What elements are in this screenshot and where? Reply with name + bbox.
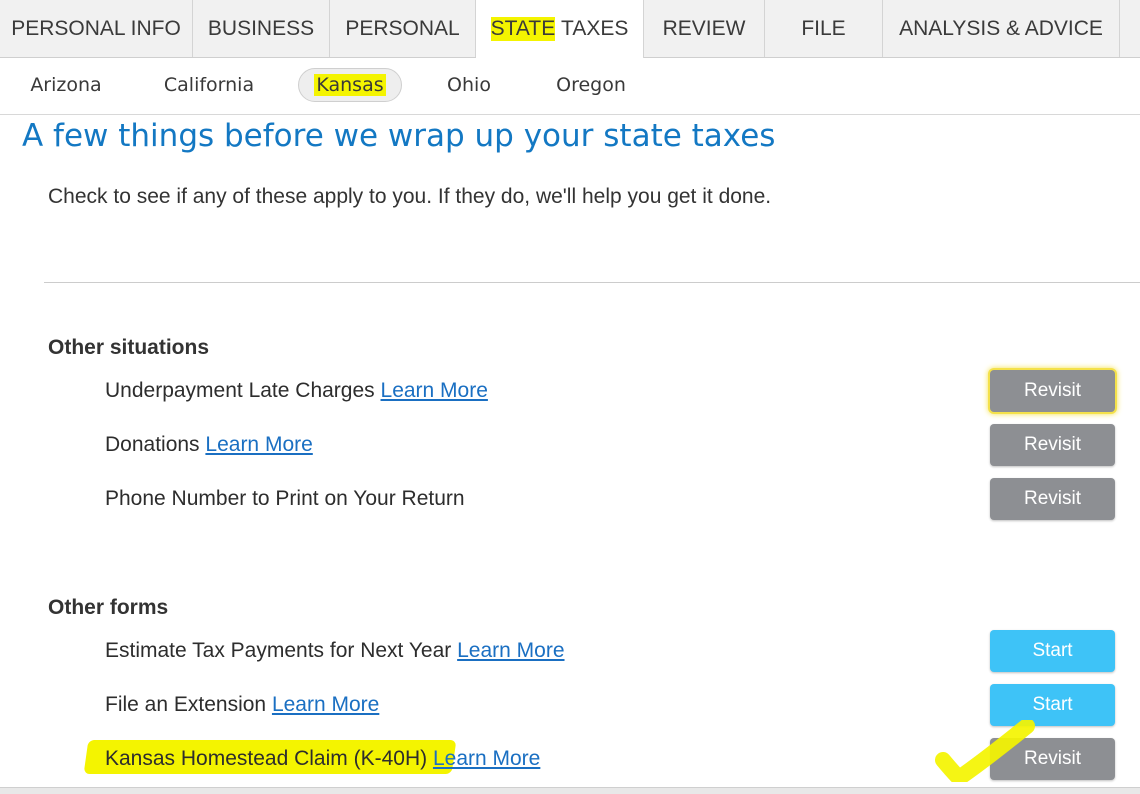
checkmark-icon <box>935 720 1035 782</box>
tab-business[interactable]: BUSINESS <box>193 0 330 57</box>
page-title: A few things before we wrap up your stat… <box>22 118 776 154</box>
divider <box>44 282 1140 283</box>
tab-personal[interactable]: PERSONAL <box>330 0 476 57</box>
intro-text: Check to see if any of these apply to yo… <box>48 185 772 208</box>
start-button-estimate-tax[interactable]: Start <box>990 630 1115 672</box>
state-tab-kansas[interactable]: Kansas <box>298 68 402 102</box>
state-tab-california[interactable]: California <box>152 68 266 102</box>
state-tab-arizona[interactable]: Arizona <box>20 68 112 102</box>
learn-more-link[interactable]: Learn More <box>457 639 564 662</box>
section-heading-other-forms: Other forms <box>48 596 169 619</box>
state-tab-ohio[interactable]: Ohio <box>436 68 502 102</box>
tab-analysis-advice[interactable]: ANALYSIS & ADVICE <box>883 0 1120 57</box>
section-heading-other-situations: Other situations <box>48 336 210 359</box>
learn-more-link[interactable]: Learn More <box>433 747 540 770</box>
tab-review[interactable]: REVIEW <box>644 0 765 57</box>
tab-personal-info[interactable]: PERSONAL INFO <box>0 0 193 57</box>
learn-more-link[interactable]: Learn More <box>272 693 379 716</box>
revisit-button-phone-number[interactable]: Revisit <box>990 478 1115 520</box>
revisit-button-underpayment[interactable]: Revisit <box>990 370 1115 412</box>
item-phone-number: Phone Number to Print on Your Return <box>105 487 465 510</box>
tab-file[interactable]: FILE <box>765 0 883 57</box>
state-tab-oregon[interactable]: Oregon <box>545 68 637 102</box>
item-kansas-homestead-claim: Kansas Homestead Claim (K-40H) Learn Mor… <box>105 747 541 770</box>
item-file-extension: File an Extension Learn More <box>105 693 380 716</box>
learn-more-link[interactable]: Learn More <box>205 433 312 456</box>
tab-state-taxes[interactable]: STATE TAXES <box>476 0 644 58</box>
revisit-button-donations[interactable]: Revisit <box>990 424 1115 466</box>
top-nav: PERSONAL INFO BUSINESS PERSONAL STATE TA… <box>0 0 1140 58</box>
state-nav: Arizona California Kansas Ohio Oregon <box>0 58 1140 115</box>
item-underpayment-late-charges: Underpayment Late Charges Learn More <box>105 379 488 402</box>
item-estimate-tax-payments: Estimate Tax Payments for Next Year Lear… <box>105 639 565 662</box>
item-donations: Donations Learn More <box>105 433 313 456</box>
learn-more-link[interactable]: Learn More <box>381 379 488 402</box>
